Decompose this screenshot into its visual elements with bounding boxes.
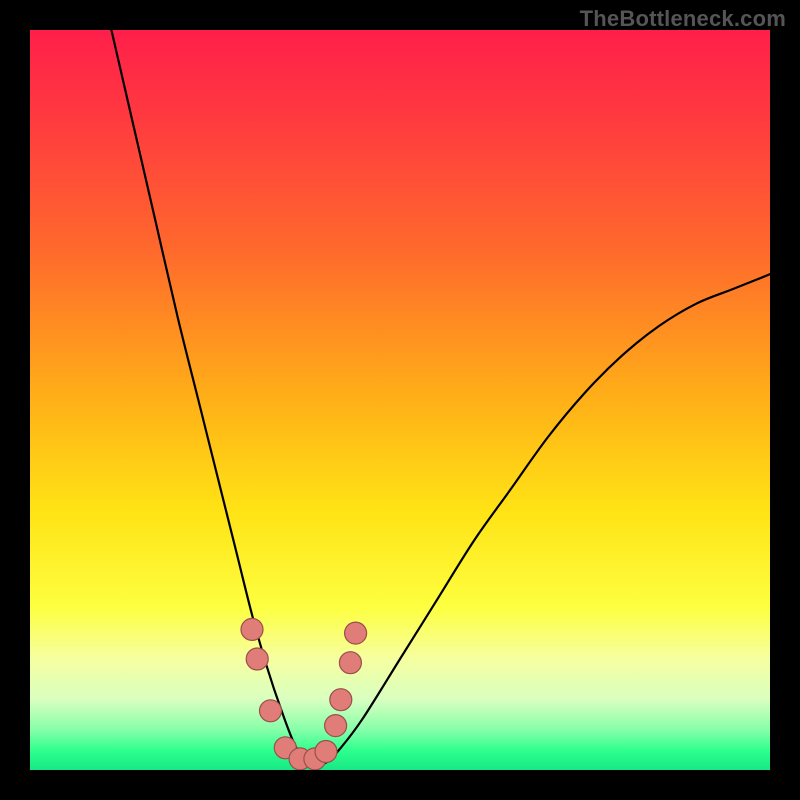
marker-point — [315, 741, 337, 763]
watermark-text: TheBottleneck.com — [580, 6, 786, 32]
marker-point — [246, 648, 268, 670]
bottleneck-curve — [111, 30, 770, 764]
plot-area — [30, 30, 770, 770]
marker-point — [345, 622, 367, 644]
marker-point — [339, 652, 361, 674]
marker-point — [325, 715, 347, 737]
curve-layer — [30, 30, 770, 770]
chart-frame: { "watermark": "TheBottleneck.com", "col… — [0, 0, 800, 800]
marker-point — [260, 700, 282, 722]
marker-point — [241, 618, 263, 640]
marker-point — [330, 689, 352, 711]
